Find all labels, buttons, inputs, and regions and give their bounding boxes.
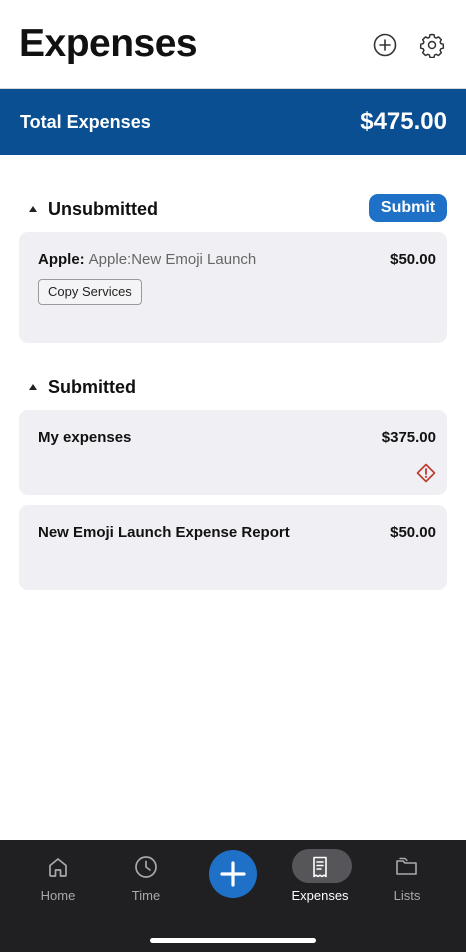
total-expenses-value: $475.00 (360, 108, 447, 135)
add-expense-button[interactable] (209, 850, 257, 898)
gear-icon[interactable] (419, 32, 445, 58)
report-name: My expenses (38, 429, 132, 446)
section-title-submitted: Submitted (48, 377, 136, 397)
expense-client: Apple: Apple:New Emoji Launch (38, 251, 256, 268)
warning-diamond-icon (416, 463, 436, 483)
receipt-icon (307, 854, 333, 880)
tab-time[interactable]: Time (110, 848, 182, 906)
total-expenses-label: Total Expenses (20, 112, 151, 132)
report-card[interactable]: My expenses $375.00 (19, 410, 447, 495)
tab-label: Home (40, 888, 76, 903)
report-name: New Emoji Launch Expense Report (38, 524, 290, 541)
tab-home[interactable]: Home (22, 848, 94, 906)
report-amount: $375.00 (381, 429, 436, 446)
page-title: Expenses (19, 22, 198, 65)
expense-amount: $50.00 (390, 251, 436, 268)
home-icon (45, 854, 71, 880)
plus-icon (220, 861, 246, 887)
collapse-caret-icon[interactable] (29, 384, 37, 390)
tab-label: Expenses (291, 888, 349, 903)
collapse-caret-icon[interactable] (29, 206, 37, 212)
section-title-unsubmitted: Unsubmitted (48, 199, 158, 219)
tab-expenses[interactable]: Expenses (284, 848, 356, 906)
report-amount: $50.00 (390, 524, 436, 541)
tab-lists[interactable]: Lists (371, 848, 443, 906)
home-indicator (150, 938, 316, 943)
expense-client-name: Apple: (38, 251, 85, 268)
report-card[interactable]: New Emoji Launch Expense Report $50.00 (19, 505, 447, 590)
plus-circle-icon[interactable] (372, 32, 398, 58)
folders-icon (394, 854, 420, 880)
expense-project: Apple:New Emoji Launch (88, 251, 257, 268)
tab-label: Time (131, 888, 161, 903)
clock-icon (133, 854, 159, 880)
unsubmitted-section-header[interactable]: Unsubmitted Submit (0, 194, 466, 224)
total-expenses-bar: Total Expenses $475.00 (0, 89, 466, 155)
tab-label: Lists (393, 888, 421, 903)
expense-card[interactable]: Apple: Apple:New Emoji Launch $50.00 Copy… (19, 232, 447, 343)
top-header: Expenses (0, 0, 466, 89)
submit-button[interactable]: Submit (369, 194, 447, 222)
submitted-section-header[interactable]: Submitted (0, 372, 466, 402)
expense-category-tag: Copy Services (38, 279, 142, 305)
